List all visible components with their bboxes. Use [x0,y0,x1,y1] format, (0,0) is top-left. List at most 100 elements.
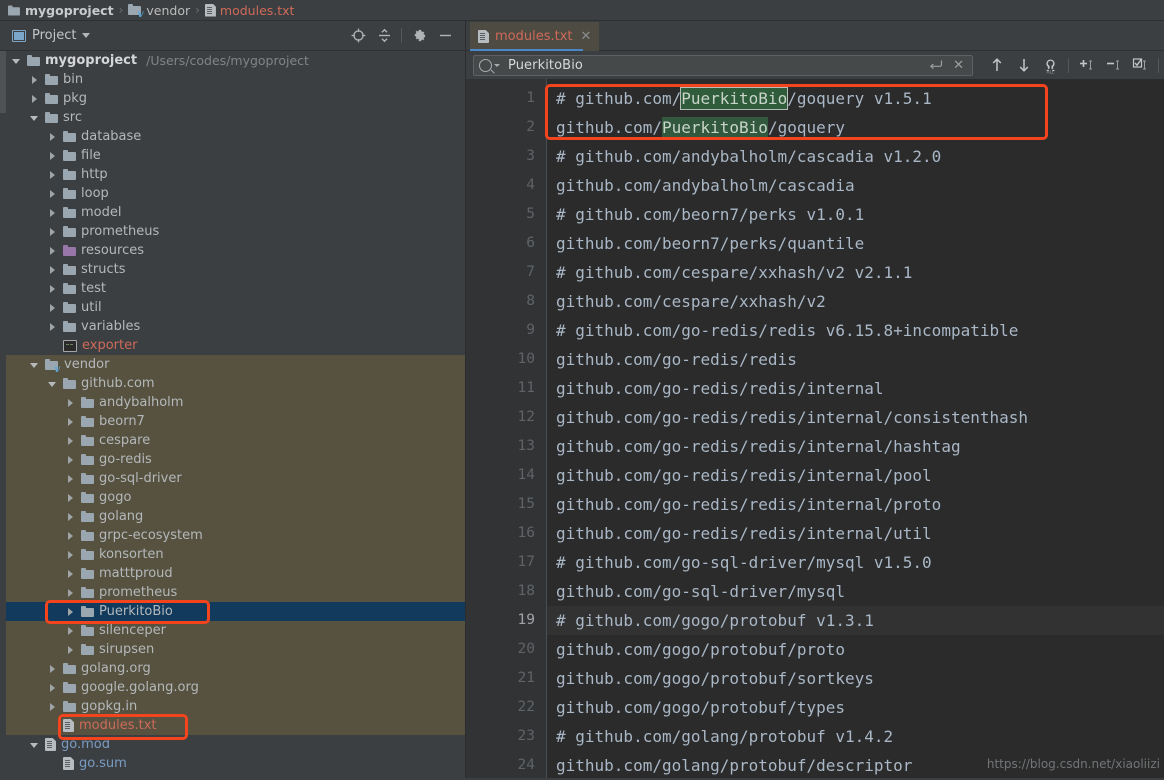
editor-line[interactable]: # github.com/cespare/xxhash/v2 v2.1.1 [547,258,912,287]
editor-line[interactable]: github.com/go-redis/redis/internal [547,374,884,403]
editor-line[interactable]: github.com/golang/protobuf/descriptor [547,751,912,778]
tree-item-grpc-ecosystem[interactable]: grpc-ecosystem [0,526,466,545]
tab-modules-txt[interactable]: modules.txt ✕ [470,22,599,51]
editor-line[interactable]: # github.com/beorn7/perks v1.0.1 [547,200,864,229]
chevron-right-icon[interactable] [66,626,75,635]
chevron-right-icon[interactable] [66,417,75,426]
tree-item-exporter[interactable]: exporter [0,336,466,355]
chevron-right-icon[interactable] [48,208,57,217]
editor-line[interactable]: # github.com/go-redis/redis v6.15.8+inco… [547,316,1018,345]
editor-line[interactable]: github.com/go-sql-driver/mysql [547,577,845,606]
editor-line[interactable]: github.com/go-redis/redis/internal/proto [547,490,941,519]
tree-item-golang[interactable]: golang [0,507,466,526]
multiline-toggle-icon[interactable] [929,59,943,71]
tree-item-resources[interactable]: resources [0,241,466,260]
tree-item-test[interactable]: test [0,279,466,298]
chevron-right-icon[interactable] [48,265,57,274]
tree-item-go-sql-driver[interactable]: go-sql-driver [0,469,466,488]
chevron-right-icon[interactable] [66,531,75,540]
find-previous-icon[interactable] [983,53,1010,77]
tree-item-silenceper[interactable]: silenceper [0,621,466,640]
remove-selection-icon[interactable] [1100,53,1127,77]
chevron-right-icon[interactable] [48,664,57,673]
tree-item-mygoproject[interactable]: mygoproject/Users/codes/mygoproject [0,51,466,70]
tree-item-prometheus[interactable]: prometheus [0,583,466,602]
editor-line[interactable]: github.com/beorn7/perks/quantile [547,229,864,258]
chevron-right-icon[interactable] [48,683,57,692]
breadcrumb-item-vendor[interactable]: v vendor [126,0,192,20]
editor-line[interactable]: # github.com/go-sql-driver/mysql v1.5.0 [547,548,932,577]
tree-item-variables[interactable]: variables [0,317,466,336]
tree-item-database[interactable]: database [0,127,466,146]
editor-line[interactable]: github.com/go-redis/redis/internal/hasht… [547,432,961,461]
collapse-all-icon[interactable] [371,23,397,49]
tree-item-model[interactable]: model [0,203,466,222]
chevron-down-icon[interactable] [494,64,500,67]
chevron-right-icon[interactable] [48,246,57,255]
chevron-right-icon[interactable] [48,227,57,236]
select-all-occurrences-icon[interactable]: ALL [1037,53,1064,77]
clear-search-icon[interactable]: ✕ [953,58,964,73]
editor-line[interactable]: github.com/andybalholm/cascadia [547,171,855,200]
minimize-icon[interactable] [432,23,458,49]
tree-item-prometheus[interactable]: prometheus [0,222,466,241]
locate-target-icon[interactable] [345,23,371,49]
chevron-right-icon[interactable] [30,94,39,103]
chevron-down-icon[interactable] [30,113,39,122]
search-input[interactable]: PuerkitoBio ✕ [473,55,973,76]
chevron-right-icon[interactable] [30,75,39,84]
tree-item-modules-txt[interactable]: modules.txt [0,716,466,735]
chevron-down-icon[interactable] [30,740,39,749]
chevron-right-icon[interactable] [48,132,57,141]
editor-line[interactable]: github.com/gogo/protobuf/types [547,693,845,722]
editor-line[interactable]: # github.com/gogo/protobuf v1.3.1 [547,606,874,635]
project-tree-scrollbar-thumb[interactable] [0,51,6,113]
chevron-right-icon[interactable] [48,170,57,179]
tree-item-gopkg-in[interactable]: gopkg.in [0,697,466,716]
tree-item-github-com[interactable]: github.com [0,374,466,393]
chevron-right-icon[interactable] [48,303,57,312]
tree-item-beorn7[interactable]: beorn7 [0,412,466,431]
chevron-right-icon[interactable] [48,702,57,711]
gear-icon[interactable] [406,23,432,49]
editor-line[interactable]: github.com/go-redis/redis/internal/pool [547,461,932,490]
tree-item-konsorten[interactable]: konsorten [0,545,466,564]
tree-item-loop[interactable]: loop [0,184,466,203]
breadcrumb-item-file[interactable]: modules.txt [203,0,297,20]
tree-item-go-redis[interactable]: go-redis [0,450,466,469]
chevron-right-icon[interactable] [48,284,57,293]
tree-item-go-sum[interactable]: go.sum [0,754,466,773]
editor-line[interactable]: github.com/cespare/xxhash/v2 [547,287,826,316]
tree-item-andybalholm[interactable]: andybalholm [0,393,466,412]
tree-item-pkg[interactable]: pkg [0,89,466,108]
chevron-right-icon[interactable] [66,550,75,559]
breadcrumb-item-project[interactable]: mygoproject [6,0,116,20]
editor-line[interactable]: # github.com/golang/protobuf v1.4.2 [547,722,893,751]
tree-item-gogo[interactable]: gogo [0,488,466,507]
project-tree-scrollbar[interactable] [0,51,6,778]
chevron-right-icon[interactable] [66,474,75,483]
tree-item-http[interactable]: http [0,165,466,184]
tree-item-util[interactable]: util [0,298,466,317]
tree-item-bin[interactable]: bin [0,70,466,89]
tree-item-vendor[interactable]: vvendor [0,355,466,374]
find-next-icon[interactable] [1010,53,1037,77]
chevron-right-icon[interactable] [66,455,75,464]
tree-item-src[interactable]: src [0,108,466,127]
chevron-right-icon[interactable] [66,398,75,407]
editor-line[interactable]: github.com/go-redis/redis/internal/util [547,519,932,548]
tree-item-puerkitobio[interactable]: PuerkitoBio [0,602,466,621]
chevron-down-icon[interactable] [12,56,21,65]
add-selection-icon[interactable] [1073,53,1100,77]
editor-line[interactable]: github.com/gogo/protobuf/sortkeys [547,664,874,693]
editor-line[interactable]: github.com/PuerkitoBio/goquery [547,113,845,142]
close-icon[interactable]: ✕ [581,30,592,43]
chevron-right-icon[interactable] [48,322,57,331]
chevron-right-icon[interactable] [66,512,75,521]
editor-line[interactable]: github.com/go-redis/redis [547,345,797,374]
chevron-down-icon[interactable] [48,379,57,388]
editor-line[interactable]: # github.com/andybalholm/cascadia v1.2.0 [547,142,941,171]
editor-line[interactable]: github.com/gogo/protobuf/proto [547,635,845,664]
tree-item-matttproud[interactable]: matttproud [0,564,466,583]
chevron-down-icon[interactable] [82,33,90,38]
